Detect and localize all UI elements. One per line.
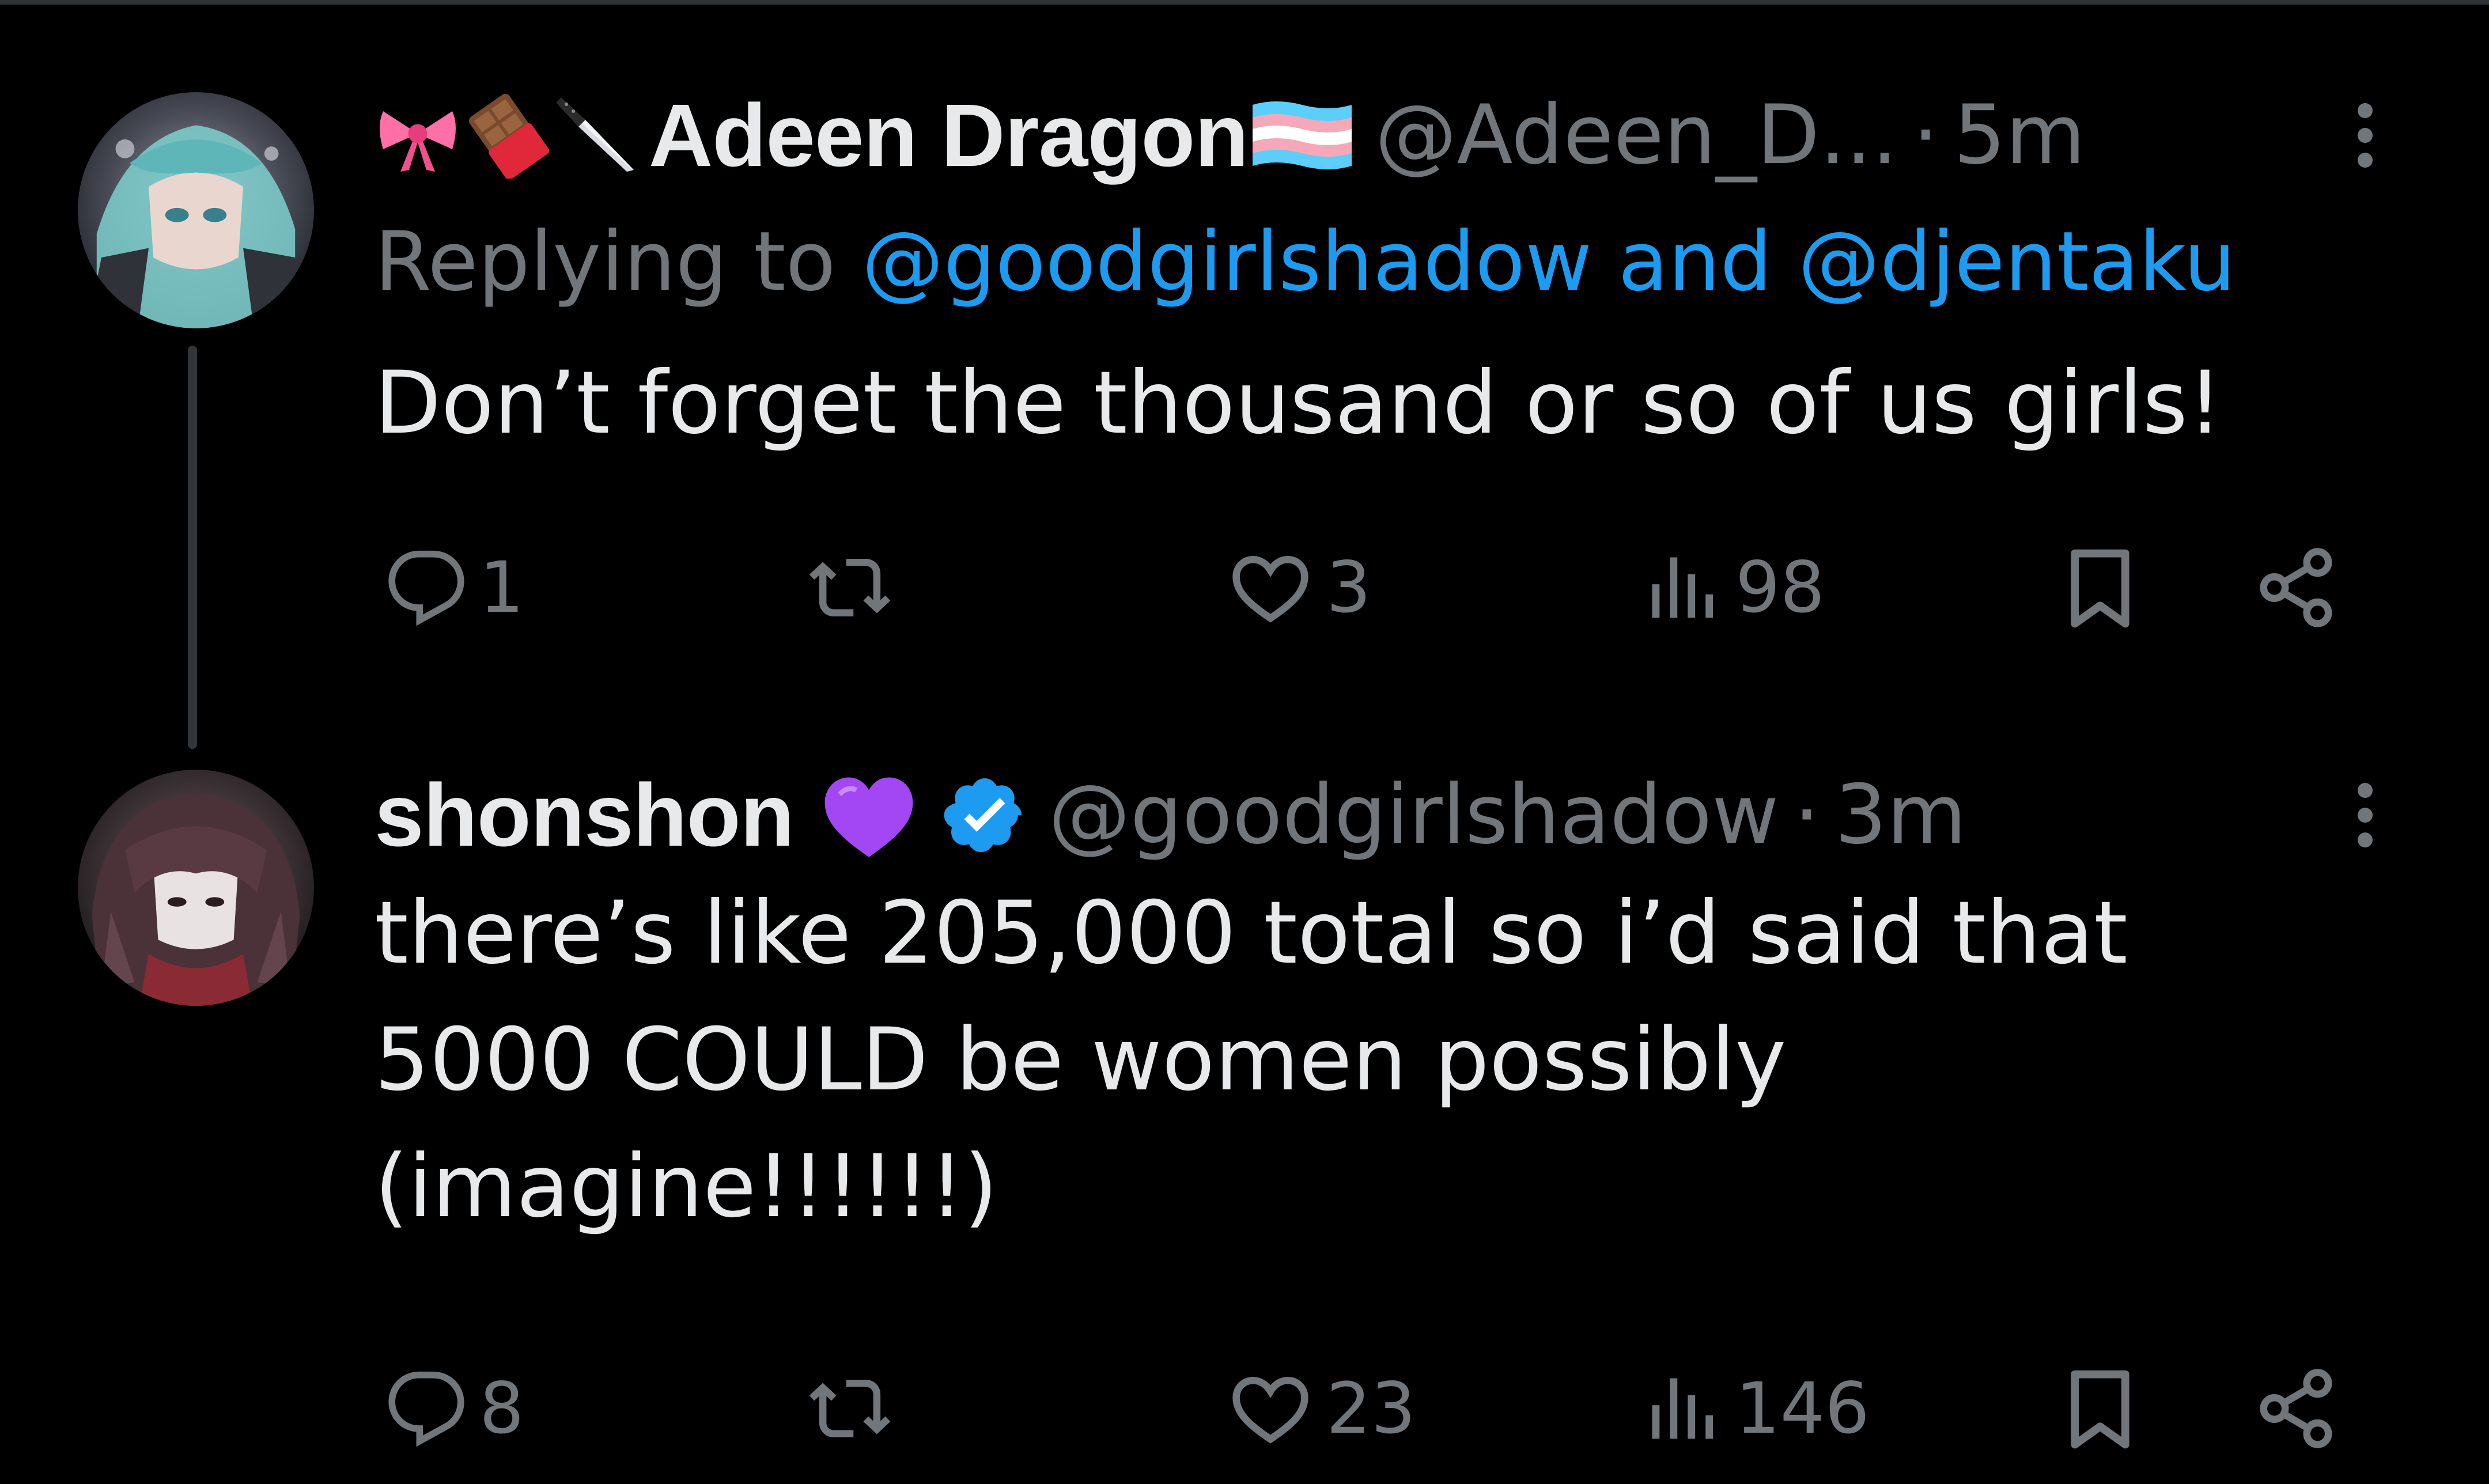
share-button[interactable] [2253,530,2339,645]
tweet-actions: 1 3 98 [375,530,2362,645]
replying-and-text: and [1592,214,1798,309]
kitchen-knife-emoji [554,92,641,179]
tweet-header: Adeen Dragon @Adeen_D... · 5m [375,86,2086,184]
reply-icon [388,1371,464,1447]
retweet-icon [809,559,891,616]
tweet-text: there’s like 205,000 total so i’d said t… [375,883,2128,1237]
reply-icon [388,550,464,626]
views-icon [1652,1378,1713,1439]
mention-link[interactable]: @djentaku [1798,214,2236,309]
avatar[interactable] [78,92,314,328]
tweet: Adeen Dragon @Adeen_D... · 5m Replying t… [0,0,2489,766]
timestamp[interactable]: 5m [1954,86,2086,184]
avatar-image [78,92,314,328]
mention-link[interactable]: @goodgirlshadow [862,214,1592,309]
timestamp[interactable]: 3m [1834,766,1966,864]
display-name[interactable]: shonshon [375,766,795,864]
like-button[interactable]: 23 [1227,1351,1416,1466]
views-button[interactable]: 98 [1642,530,1825,645]
purple-heart-emoji [817,769,921,861]
heart-icon [1232,555,1308,623]
more-options-icon[interactable] [2342,766,2388,864]
retweet-icon [809,1380,891,1437]
replying-to-line: Replying to @goodgirlshadow and @djentak… [375,213,2235,311]
reply-button[interactable]: 1 [386,530,524,645]
heart-icon [1232,1376,1308,1444]
bookmark-button[interactable] [2057,1351,2143,1466]
reply-count: 1 [479,547,524,629]
share-icon [2260,1369,2332,1448]
share-button[interactable] [2253,1351,2339,1466]
views-icon [1652,557,1713,618]
retweet-button[interactable] [807,1351,906,1466]
like-count: 23 [1326,1368,1416,1449]
like-count: 3 [1326,547,1371,629]
bookmark-icon [2071,1370,2129,1449]
tweet-header: shonshon @goodgirlshadow · 3m [375,766,1966,864]
thread-connector-line [188,346,197,749]
avatar[interactable] [78,770,314,1006]
replying-to-label: Replying to [375,214,862,309]
display-name[interactable]: Adeen Dragon [649,86,1249,184]
tweet-text: Don’t forget the thousand or so of us gi… [375,353,2223,453]
separator-dot: · [1794,767,1820,862]
more-options-icon[interactable] [2342,86,2388,184]
transgender-flag-emoji [1250,98,1354,173]
bookmark-button[interactable] [2057,530,2143,645]
reply-count: 8 [479,1368,524,1449]
view-count: 146 [1735,1368,1870,1449]
reply-button[interactable]: 8 [386,1351,524,1466]
share-icon [2260,548,2332,627]
user-handle[interactable]: @goodgirlshadow [1049,766,1779,864]
like-button[interactable]: 3 [1227,530,1371,645]
tweet: shonshon @goodgirlshadow · 3m there’s li… [0,766,2489,1484]
tweet-actions: 8 23 146 [375,1351,2362,1466]
retweet-button[interactable] [807,530,906,645]
avatar-image [78,770,314,1006]
view-count: 98 [1735,547,1825,629]
separator-dot: · [1912,88,1939,183]
verified-badge-icon [941,772,1028,858]
bookmark-icon [2071,549,2129,628]
ribbon-emoji [375,92,461,179]
user-handle[interactable]: @Adeen_D... [1375,86,1897,184]
chocolate-bar-emoji [464,92,551,179]
views-button[interactable]: 146 [1642,1351,1870,1466]
